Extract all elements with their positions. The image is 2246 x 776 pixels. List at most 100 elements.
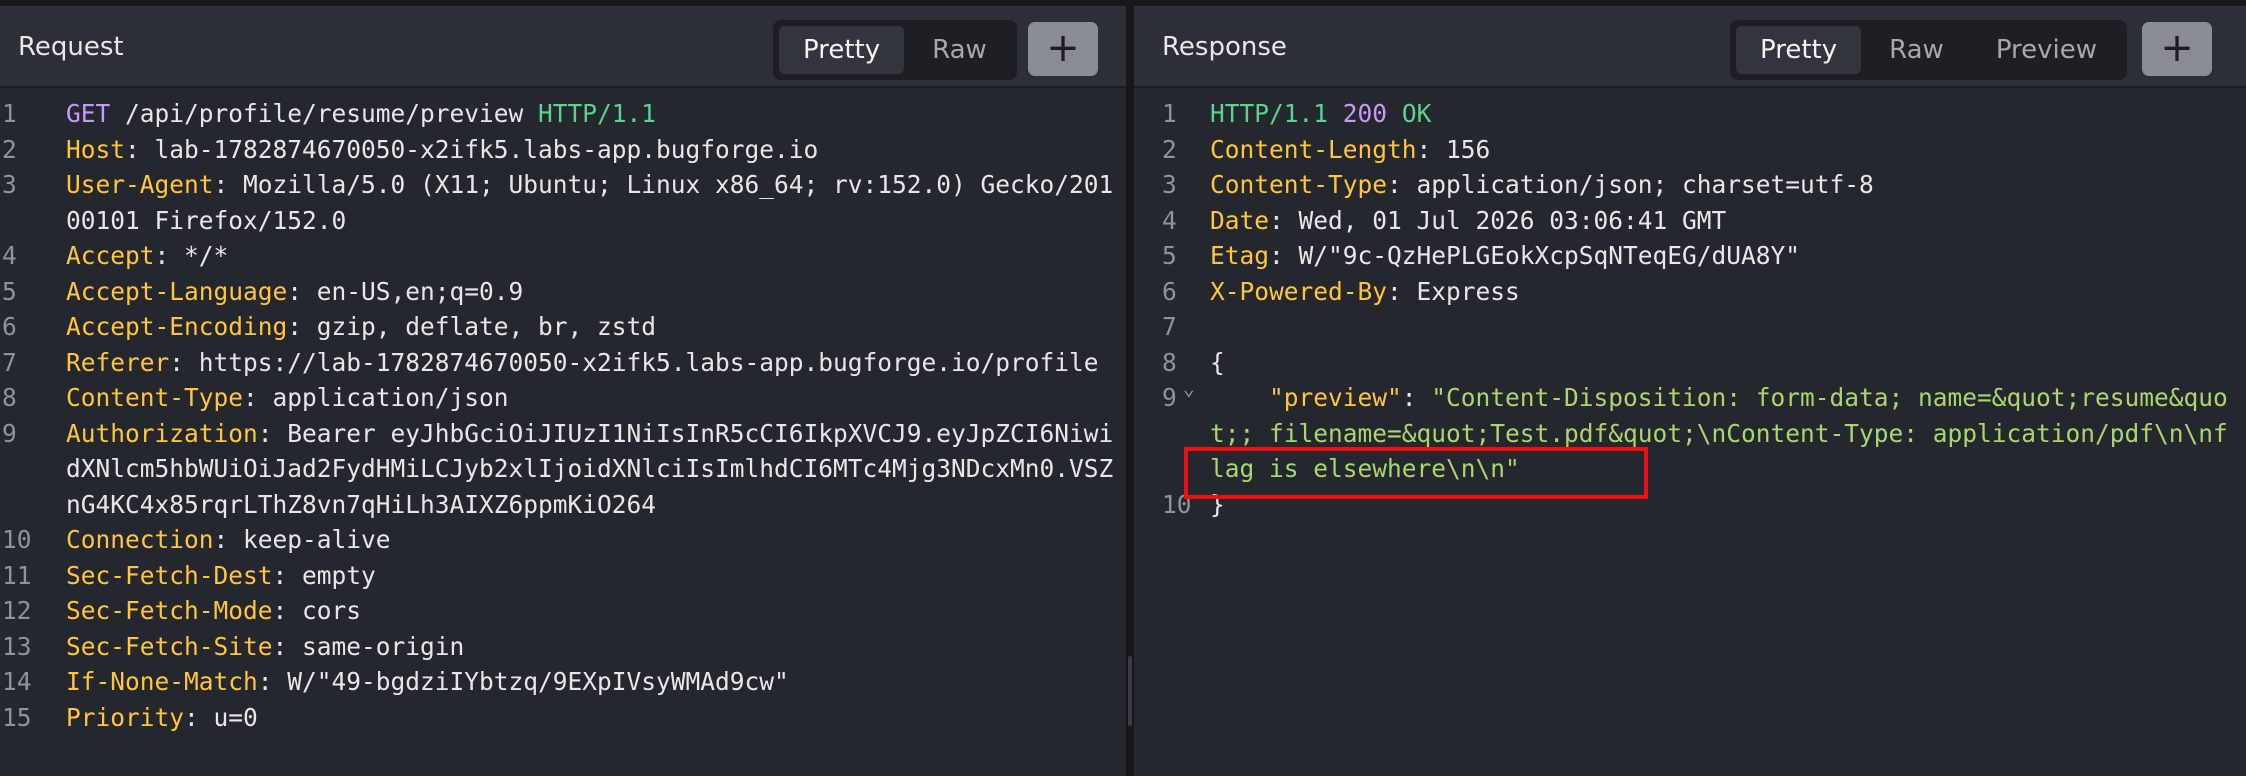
- line-number: 11: [2, 560, 32, 590]
- line-number: 10: [2, 525, 32, 554]
- header-value: application/json: [272, 383, 509, 412]
- line-number: 1: [2, 99, 17, 128]
- header-name: Content-Type: [1210, 170, 1388, 199]
- header-name: Etag: [1210, 241, 1270, 270]
- response-add-button[interactable]: +: [2142, 22, 2212, 76]
- request-header-line: 7 Referer: https://lab-1782874670050-x2if…: [0, 345, 1126, 381]
- response-tab-raw[interactable]: Raw: [1865, 26, 1968, 74]
- line-number: 4: [2, 241, 17, 270]
- header-value: W/"49-bgdziIYbtzq/9EXpIVsyWMAd9cw": [287, 667, 789, 696]
- line-number: 3: [2, 170, 17, 199]
- header-value: */*: [184, 241, 229, 270]
- line-number: 4: [1162, 205, 1177, 235]
- header-name: Accept: [66, 241, 155, 270]
- request-header: Request Pretty Raw +: [0, 6, 1126, 88]
- request-header-line: 4 Accept: */*: [0, 238, 1126, 274]
- request-header-line: 9 Authorization: Bearer eyJhbGciOiJIUzI1N…: [0, 416, 1126, 523]
- header-value: empty: [302, 560, 376, 590]
- highlight-box: [1184, 447, 1648, 499]
- status-code: 200: [1342, 99, 1388, 128]
- header-value: keep-alive: [243, 525, 391, 554]
- line-number: 1: [1162, 99, 1177, 128]
- line-number: 5: [1162, 241, 1177, 270]
- header-name: Date: [1210, 205, 1270, 235]
- line-number: 8 ⌄: [1134, 345, 1210, 400]
- response-header-line: 4 Date: Wed, 01 Jul 2026 03:06:41 GMT: [1134, 203, 2246, 239]
- request-header-line: 12 Sec-Fetch-Mode: cors: [0, 593, 1126, 629]
- response-tab-preview[interactable]: Preview: [1972, 26, 2121, 74]
- header-name: Content-Length: [1210, 134, 1417, 164]
- header-name: Sec-Fetch-Mode: [66, 596, 273, 625]
- request-header-line: 8 Content-Type: application/json: [0, 380, 1126, 416]
- line-number: 7: [1162, 312, 1177, 341]
- header-name: Authorization: [66, 418, 258, 448]
- line-number: 3: [1162, 170, 1177, 199]
- line-number: 13: [2, 631, 32, 661]
- response-tab-pretty[interactable]: Pretty: [1736, 26, 1862, 74]
- header-value: same-origin: [302, 631, 465, 661]
- request-tab-raw[interactable]: Raw: [908, 26, 1011, 74]
- response-title: Response: [1162, 32, 1287, 62]
- header-value: Wed, 01 Jul 2026 03:06:41 GMT: [1298, 205, 1727, 235]
- http-protocol: HTTP/1.1: [1210, 99, 1329, 128]
- response-header-line: 6 X-Powered-By: Express: [1134, 274, 2246, 310]
- header-name: Content-Type: [66, 383, 244, 412]
- line-number: 8: [2, 383, 17, 412]
- header-value: https://lab-1782874670050-x2ifk5.labs-ap…: [198, 347, 1099, 377]
- line-number: 7: [2, 347, 17, 377]
- status-text: OK: [1401, 99, 1432, 128]
- request-header-line: 13 Sec-Fetch-Site: same-origin: [0, 629, 1126, 665]
- header-value: lab-1782874670050-x2ifk5.labs-app.bugfor…: [154, 134, 819, 164]
- header-name: User-Agent: [66, 170, 214, 199]
- request-tab-pretty[interactable]: Pretty: [779, 26, 905, 74]
- panel-splitter[interactable]: [1126, 6, 1134, 776]
- json-open-line: 8 ⌄ {: [1134, 345, 2246, 400]
- line-number: 6: [2, 312, 17, 341]
- request-add-button[interactable]: +: [1028, 22, 1098, 76]
- request-line: 1 GET /api/profile/resume/preview HTTP/1…: [0, 96, 1126, 132]
- line-number: 2: [1162, 134, 1177, 164]
- header-name: X-Powered-By: [1210, 276, 1388, 306]
- header-name: Host: [66, 134, 126, 164]
- blank-line: 7: [1134, 309, 2246, 345]
- line-number: 5: [2, 276, 17, 306]
- header-name: Connection: [66, 525, 214, 554]
- header-name: Referer: [66, 347, 170, 377]
- response-header-line: 5 Etag: W/"9c-QzHePLGEokXcpSqNTeqEG/dUA8Y…: [1134, 238, 2246, 274]
- response-view-toggle: Pretty Raw Preview: [1730, 20, 2128, 80]
- header-value: application/json; charset=utf-8: [1416, 170, 1874, 199]
- line-number: 9: [2, 418, 17, 448]
- request-header-line: 3 User-Agent: Mozilla/5.0 (X11; Ubuntu; L…: [0, 167, 1126, 238]
- header-name: Sec-Fetch-Site: [66, 631, 273, 661]
- response-panel: Response Pretty Raw Preview + 1 HTTP/1.1…: [1134, 6, 2246, 776]
- request-header-line: 2 Host: lab-1782874670050-x2ifk5.labs-app…: [0, 132, 1126, 168]
- header-value: W/"9c-QzHePLGEokXcpSqNTeqEG/dUA8Y": [1298, 241, 1801, 270]
- request-title: Request: [18, 32, 124, 62]
- response-header-line: 3 Content-Type: application/json; charset…: [1134, 167, 2246, 203]
- json-open-brace: {: [1210, 347, 1225, 377]
- http-protocol: HTTP/1.1: [538, 99, 657, 128]
- json-key: "preview": [1269, 383, 1402, 412]
- line-number: 6: [1162, 276, 1177, 306]
- status-line: 1 HTTP/1.1 200 OK: [1134, 96, 2246, 132]
- request-header-line: 5 Accept-Language: en-US,en;q=0.9: [0, 274, 1126, 310]
- header-value: u=0: [213, 702, 258, 732]
- header-value: Express: [1416, 276, 1520, 306]
- request-header-line: 14 If-None-Match: W/"49-bgdziIYbtzq/9EXpI…: [0, 664, 1126, 700]
- header-name: If-None-Match: [66, 667, 258, 696]
- header-name: Accept-Language: [66, 276, 288, 306]
- header-value: gzip, deflate, br, zstd: [316, 312, 657, 341]
- response-header: Response Pretty Raw Preview +: [1134, 6, 2246, 88]
- header-name: Accept-Encoding: [66, 312, 288, 341]
- request-header-line: 15 Priority: u=0: [0, 700, 1126, 736]
- header-name: Sec-Fetch-Dest: [66, 560, 273, 590]
- line-number: 2: [2, 134, 17, 164]
- request-editor[interactable]: 1 GET /api/profile/resume/preview HTTP/1…: [0, 96, 1126, 735]
- line-number: 15: [2, 702, 32, 732]
- request-header-line: 10 Connection: keep-alive: [0, 522, 1126, 558]
- header-value: en-US,en;q=0.9: [316, 276, 524, 306]
- request-view-toggle: Pretty Raw: [773, 20, 1017, 80]
- splitter-handle[interactable]: [1128, 656, 1132, 726]
- request-header-line: 11 Sec-Fetch-Dest: empty: [0, 558, 1126, 594]
- chevron-down-icon[interactable]: ⌄: [1183, 371, 1195, 407]
